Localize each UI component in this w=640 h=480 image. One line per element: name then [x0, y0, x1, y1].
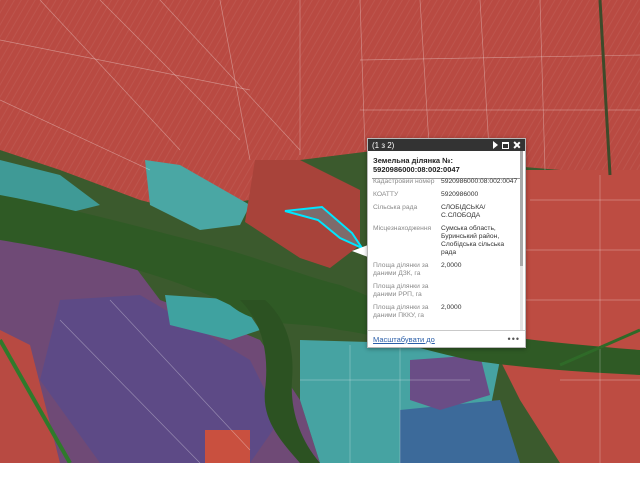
attribute-label: Сільська рада — [373, 204, 418, 211]
scrollbar-thumb[interactable] — [520, 151, 523, 266]
next-feature-icon[interactable] — [493, 141, 498, 149]
close-icon[interactable] — [513, 141, 521, 149]
maximize-icon[interactable] — [502, 141, 509, 149]
attribute-value — [440, 281, 518, 302]
attribute-label: Площа ділянки за даними ПККУ, га — [373, 304, 429, 319]
more-actions-button[interactable]: ••• — [508, 334, 520, 344]
attribute-label: Кадастровий номер — [373, 178, 435, 185]
attribute-value: Сумська область, Буринський район, Слобі… — [441, 225, 505, 256]
attribute-label: Місцезнаходження — [373, 225, 432, 232]
attribute-value: 5920986000:08:002:0047 — [441, 178, 518, 185]
table-row: Площа ділянки за даними ПККУ, га 2,0000 — [372, 302, 518, 323]
table-row: КОАТТУ 5920986000 — [372, 189, 518, 202]
zoom-to-link[interactable]: Масштабувати до — [373, 335, 435, 344]
attribute-table: Кадастровий номер 5920986000:08:002:0047… — [372, 176, 518, 323]
table-row: Кадастровий номер 5920986000:08:002:0047 — [372, 176, 518, 189]
attribute-value: 5920986000 — [441, 191, 479, 198]
popup-title-line2: 5920986000:08:002:0047 — [373, 165, 460, 174]
map-canvas[interactable] — [0, 0, 640, 463]
table-row: Площа ділянки за даними РРП, га — [372, 281, 518, 302]
attribute-label: Площа ділянки за даними ДЗК, га — [373, 262, 429, 277]
popup-title: Земельна ділянка №: 5920986000:08:002:00… — [372, 151, 521, 179]
table-row: Місцезнаходження Сумська область, Буринс… — [372, 223, 518, 260]
parcel-area-south-blue[interactable] — [400, 400, 520, 463]
attribute-label: Площа ділянки за даними РРП, га — [373, 283, 429, 298]
popup-counter: (1 з 2) — [372, 140, 395, 150]
table-row: Сільська рада СЛОБІДСЬКА/ С.СЛОБОДА — [372, 202, 518, 223]
popup-titlebar: (1 з 2) — [368, 139, 525, 151]
attribute-value: 2,0000 — [441, 262, 462, 269]
parcel-small-red[interactable] — [205, 430, 250, 463]
popup-footer: Масштабувати до ••• — [368, 330, 525, 347]
feature-popup[interactable]: (1 з 2) Земельна ділянка №: 5920986000:0… — [367, 138, 526, 348]
popup-pointer — [352, 245, 368, 257]
attribute-value: СЛОБІДСЬКА/ С.СЛОБОДА — [441, 204, 486, 219]
popup-body[interactable]: Кадастровий номер 5920986000:08:002:0047… — [368, 176, 518, 326]
attribute-label: КОАТТУ — [373, 191, 399, 198]
attribute-value: 2,0000 — [441, 304, 462, 311]
map-view[interactable] — [0, 0, 640, 463]
popup-scrollbar[interactable] — [520, 151, 523, 331]
table-row: Площа ділянки за даними ДЗК, га 2,0000 — [372, 260, 518, 281]
popup-title-line1: Земельна ділянка №: — [373, 156, 454, 165]
